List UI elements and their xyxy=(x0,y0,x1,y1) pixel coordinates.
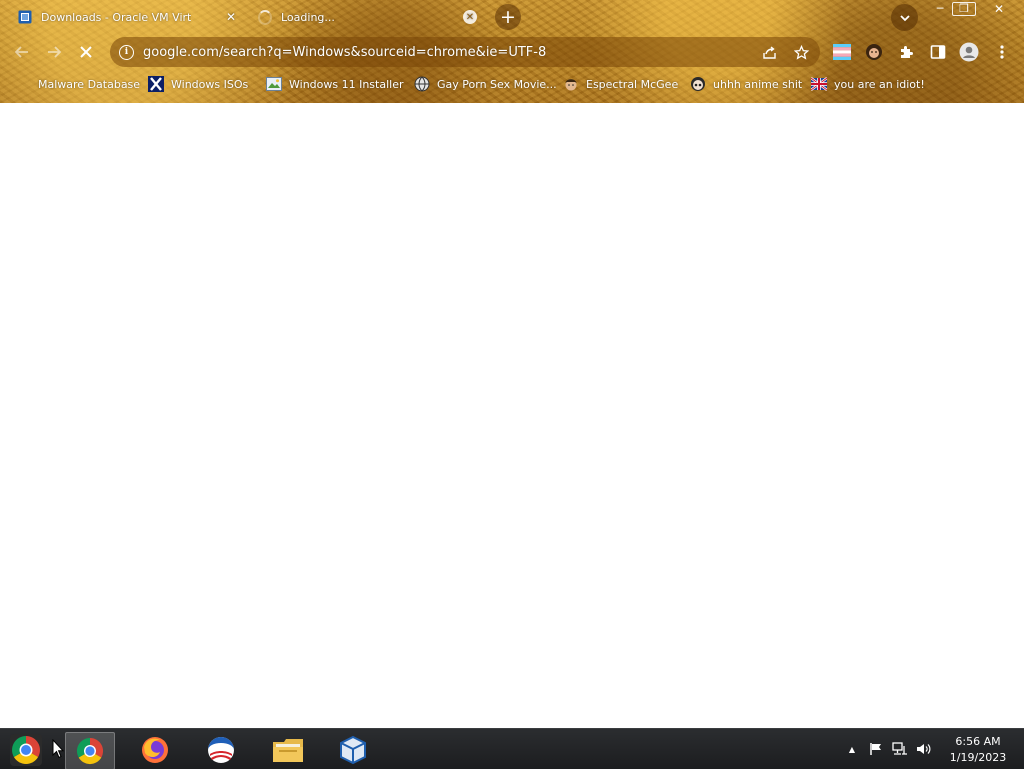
clock-date: 1/19/2023 xyxy=(949,751,1007,764)
loading-spinner-icon xyxy=(258,9,272,25)
face-icon xyxy=(565,79,577,91)
taskbar-virtualbox[interactable] xyxy=(331,732,375,768)
maximize-button[interactable]: ❐ xyxy=(951,0,977,17)
folder-icon xyxy=(273,739,303,762)
bookmark-label: Malware Database xyxy=(38,77,141,91)
x-logo-icon xyxy=(148,76,164,92)
tab-title: Downloads - Oracle VM VirtualBox xyxy=(41,10,191,24)
arrow-right-icon xyxy=(48,46,62,58)
volume-icon[interactable] xyxy=(916,741,932,757)
side-panel-icon[interactable] xyxy=(928,42,948,62)
bookmark-espectral-mcgee[interactable]: Espectral McGee xyxy=(563,75,678,93)
profile-face-extension-icon[interactable] xyxy=(864,42,884,62)
start-button[interactable] xyxy=(4,732,48,768)
menu-kebab-icon[interactable] xyxy=(992,42,1012,62)
restore-icon: ❐ xyxy=(952,1,976,16)
trans-flag-extension-icon[interactable] xyxy=(832,42,852,62)
browser-frame: Downloads - Oracle VM VirtualBox ✕ Loadi… xyxy=(0,0,1024,103)
bookmark-label: uhhh anime shit xyxy=(713,77,803,91)
profile-avatar-icon[interactable] xyxy=(959,42,979,62)
bookmark-you-are-an-idiot[interactable]: you are an idiot! xyxy=(811,75,925,93)
close-tab-icon[interactable]: ✕ xyxy=(224,10,238,24)
uk-flag-icon xyxy=(811,77,827,91)
image-icon xyxy=(266,77,282,91)
new-tab-button[interactable]: + xyxy=(495,4,521,30)
address-url[interactable]: google.com/search?q=Windows&sourceid=chr… xyxy=(143,45,546,60)
address-bar[interactable]: i google.com/search?q=Windows&sourceid=c… xyxy=(110,37,820,67)
bookmark-label: Windows 11 Installer xyxy=(289,77,404,91)
anime-face-icon xyxy=(691,77,705,91)
taskbar-chrome[interactable] xyxy=(65,732,115,770)
minimize-button[interactable]: ─ xyxy=(927,0,953,17)
mouse-cursor-icon xyxy=(52,739,64,759)
virtualbox-cube-icon xyxy=(340,735,366,765)
tab-downloads-virtualbox[interactable]: Downloads - Oracle VM VirtualBox ✕ xyxy=(18,5,240,29)
arrow-left-icon xyxy=(14,46,28,58)
tab-title: Loading... xyxy=(281,10,335,24)
globe-icon xyxy=(414,76,430,92)
show-hidden-icons-button[interactable]: ▲ xyxy=(844,741,860,757)
minimize-icon: ─ xyxy=(936,2,944,15)
site-info-icon[interactable]: i xyxy=(119,44,134,60)
close-icon xyxy=(80,46,92,58)
puzzle-extensions-icon[interactable] xyxy=(896,42,916,62)
forward-button[interactable] xyxy=(42,40,66,64)
close-window-button[interactable]: ✕ xyxy=(985,0,1013,17)
network-icon[interactable] xyxy=(892,741,908,757)
start-orb-icon xyxy=(10,734,42,766)
chrome-icon xyxy=(76,737,104,765)
stop-loading-button[interactable] xyxy=(74,40,98,64)
bookmark-label: Espectral McGee xyxy=(586,77,679,91)
bookmark-gay-porn-sex-movie[interactable]: Gay Porn Sex Movie... xyxy=(414,75,557,93)
chevron-down-icon xyxy=(899,14,910,21)
virtualbox-icon xyxy=(18,10,32,24)
tab-search-button[interactable] xyxy=(891,4,918,31)
bookmark-label: you are an idiot! xyxy=(834,77,925,91)
clock-time: 6:56 AM xyxy=(955,735,1001,748)
bookmark-star-icon[interactable] xyxy=(793,44,809,60)
firefox-icon xyxy=(142,737,168,763)
close-icon: ✕ xyxy=(993,1,1005,16)
taskbar-firefox[interactable] xyxy=(133,732,177,768)
taskbar-internet-explorer[interactable] xyxy=(199,732,243,768)
action-center-flag-icon[interactable] xyxy=(868,741,884,757)
obama-logo-icon xyxy=(208,737,234,763)
close-tab-icon[interactable]: ✕ xyxy=(463,10,477,24)
back-button[interactable] xyxy=(10,40,34,64)
share-icon[interactable] xyxy=(761,44,777,60)
system-clock[interactable]: 6:56 AM 1/19/2023 xyxy=(944,734,1012,766)
bookmark-malware-database[interactable]: Malware Database xyxy=(38,75,140,93)
bookmark-label: Gay Porn Sex Movie... xyxy=(437,77,557,91)
bookmark-label: Windows ISOs xyxy=(171,77,249,91)
tab-loading[interactable]: Loading... ✕ xyxy=(258,5,480,29)
bookmark-windows-isos[interactable]: Windows ISOs xyxy=(148,75,248,93)
taskbar: ▲ 6:56 AM 1/19/2023 xyxy=(0,728,1024,770)
bookmark-uhhh-anime[interactable]: uhhh anime shit xyxy=(690,75,802,93)
bookmark-windows-11-installer[interactable]: Windows 11 Installer xyxy=(266,75,404,93)
page-content-area[interactable] xyxy=(0,103,1024,728)
taskbar-file-explorer[interactable] xyxy=(266,732,310,768)
